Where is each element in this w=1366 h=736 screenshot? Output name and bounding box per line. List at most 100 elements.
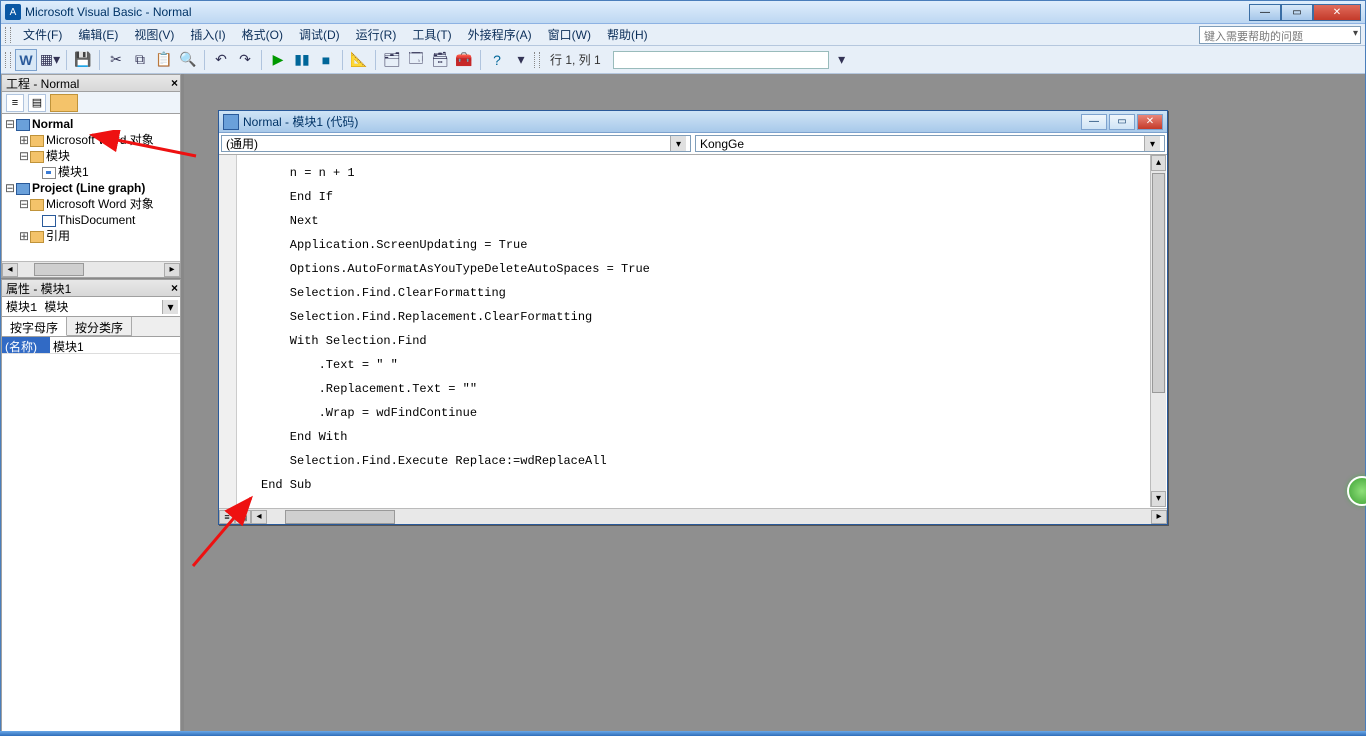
titlebar[interactable]: A Microsoft Visual Basic - Normal — ▭ ✕ xyxy=(1,1,1365,24)
run-button[interactable]: ▶ xyxy=(267,49,289,71)
office-assistant-button[interactable]: ? xyxy=(486,49,508,71)
menu-file[interactable]: 文件(F) xyxy=(15,24,70,45)
tree-node-word-objects-2[interactable]: Microsoft Word 对象 xyxy=(46,197,154,211)
project-tree-hscroll[interactable]: ◂ ▸ xyxy=(2,261,180,277)
full-module-view-button[interactable]: ▤ xyxy=(235,510,251,524)
maximize-button[interactable]: ▭ xyxy=(1281,4,1313,21)
chevron-down-icon[interactable]: ▾ xyxy=(670,136,686,151)
project-tree[interactable]: ⊟Normal ⊞Microsoft Word 对象 ⊟模块 模块1 ⊟Proj… xyxy=(1,114,181,278)
tree-node-module1[interactable]: 模块1 xyxy=(58,165,89,179)
view-word-button[interactable]: W xyxy=(15,49,37,71)
code-window[interactable]: Normal - 模块1 (代码) — ▭ ✕ (通用) ▾ KongGe ▾ xyxy=(218,110,1168,525)
document-icon xyxy=(42,215,56,227)
insert-module-button[interactable]: ▦▾ xyxy=(39,49,61,71)
menu-format[interactable]: 格式(O) xyxy=(234,24,291,45)
find-button[interactable]: 🔍 xyxy=(177,49,199,71)
undo-button[interactable]: ↶ xyxy=(210,49,232,71)
redo-button[interactable]: ↷ xyxy=(234,49,256,71)
property-value-cell[interactable]: 模块1 xyxy=(50,337,180,353)
view-code-button[interactable]: ≡ xyxy=(6,94,24,112)
scroll-thumb[interactable] xyxy=(34,263,84,276)
project-pane-title-text: 工程 - Normal xyxy=(6,75,79,92)
properties-tabs: 按字母序 按分类序 xyxy=(1,317,181,337)
object-combo[interactable]: (通用) ▾ xyxy=(221,135,691,152)
toolbar-grip-icon[interactable] xyxy=(534,52,540,68)
menu-addins[interactable]: 外接程序(A) xyxy=(460,24,540,45)
scroll-down-button[interactable]: ▾ xyxy=(1151,491,1166,507)
scroll-left-button[interactable]: ◂ xyxy=(251,510,267,524)
menu-view[interactable]: 视图(V) xyxy=(126,24,182,45)
object-combo-text: (通用) xyxy=(226,135,258,152)
scroll-thumb[interactable] xyxy=(1152,173,1165,393)
scroll-left-button[interactable]: ◂ xyxy=(2,263,18,277)
chevron-down-icon[interactable]: ▾ xyxy=(162,300,178,314)
code-window-titlebar[interactable]: Normal - 模块1 (代码) — ▭ ✕ xyxy=(219,111,1167,133)
properties-grid[interactable]: (名称) 模块1 xyxy=(1,337,181,735)
code-hscroll[interactable]: ≡ ▤ ◂ ▸ xyxy=(219,508,1167,524)
properties-pane-close-button[interactable]: × xyxy=(171,281,178,295)
menu-run[interactable]: 运行(R) xyxy=(348,24,405,45)
project-explorer-button[interactable]: 🗂 xyxy=(381,49,403,71)
tree-node-project-line[interactable]: Project (Line graph) xyxy=(32,181,145,195)
tree-node-thisdocument[interactable]: ThisDocument xyxy=(58,213,135,227)
tab-categorized[interactable]: 按分类序 xyxy=(67,317,132,336)
paste-button[interactable]: 📋 xyxy=(153,49,175,71)
app-icon: A xyxy=(5,4,21,20)
toolbar-grip-icon[interactable] xyxy=(5,52,11,68)
scroll-thumb[interactable] xyxy=(285,510,395,524)
properties-button[interactable]: 🗔 xyxy=(405,49,427,71)
project-pane-title[interactable]: 工程 - Normal × xyxy=(1,74,181,92)
toggle-folders-button[interactable] xyxy=(50,94,78,112)
dropdown-icon[interactable]: ▾ xyxy=(831,49,853,71)
tree-node-word-objects[interactable]: Microsoft Word 对象 xyxy=(46,133,154,147)
menu-window[interactable]: 窗口(W) xyxy=(540,24,599,45)
scroll-right-button[interactable]: ▸ xyxy=(164,263,180,277)
procedure-view-button[interactable]: ≡ xyxy=(219,510,235,524)
help-search-input[interactable]: 键入需要帮助的问题 xyxy=(1199,26,1361,44)
reset-button[interactable]: ■ xyxy=(315,49,337,71)
project-icon xyxy=(16,183,30,195)
chevron-down-icon[interactable]: ▾ xyxy=(1144,136,1160,151)
client-area: 工程 - Normal × ≡ ▤ ⊟Normal ⊞Microsoft Wor… xyxy=(1,74,1365,735)
scroll-up-button[interactable]: ▴ xyxy=(1151,155,1166,171)
cursor-position-indicator: 行 1, 列 1 xyxy=(544,51,607,68)
tab-alphabetic[interactable]: 按字母序 xyxy=(2,317,67,336)
code-window-combos: (通用) ▾ KongGe ▾ xyxy=(219,133,1167,155)
cut-button[interactable]: ✂ xyxy=(105,49,127,71)
copy-button[interactable]: ⧉ xyxy=(129,49,151,71)
tree-node-modules[interactable]: 模块 xyxy=(46,149,70,163)
scroll-right-button[interactable]: ▸ xyxy=(1151,510,1167,524)
code-window-maximize-button[interactable]: ▭ xyxy=(1109,114,1135,130)
property-row[interactable]: (名称) 模块1 xyxy=(2,337,180,354)
menu-insert[interactable]: 插入(I) xyxy=(182,24,233,45)
break-button[interactable]: ▮▮ xyxy=(291,49,313,71)
menu-help[interactable]: 帮助(H) xyxy=(599,24,656,45)
project-pane-close-button[interactable]: × xyxy=(171,76,178,90)
dropdown-icon[interactable]: ▾ xyxy=(510,49,532,71)
menu-tools[interactable]: 工具(T) xyxy=(404,24,459,45)
minimize-button[interactable]: — xyxy=(1249,4,1281,21)
view-object-button[interactable]: ▤ xyxy=(28,94,46,112)
toolbox-button[interactable]: 🧰 xyxy=(453,49,475,71)
code-window-title: Normal - 模块1 (代码) xyxy=(243,113,358,130)
object-browser-button[interactable]: 🗃 xyxy=(429,49,451,71)
design-mode-button[interactable]: 📐 xyxy=(348,49,370,71)
code-vscroll[interactable]: ▴ ▾ xyxy=(1150,155,1166,507)
procedure-combo[interactable]: KongGe ▾ xyxy=(695,135,1165,152)
tree-node-references[interactable]: 引用 xyxy=(46,229,70,243)
tree-node-normal[interactable]: Normal xyxy=(32,117,73,131)
close-button[interactable]: ✕ xyxy=(1313,4,1361,21)
save-button[interactable]: 💾 xyxy=(72,49,94,71)
properties-object-selector[interactable]: 模块1 模块 ▾ xyxy=(1,297,181,317)
menu-debug[interactable]: 调试(D) xyxy=(291,24,348,45)
code-window-minimize-button[interactable]: — xyxy=(1081,114,1107,130)
menu-edit[interactable]: 编辑(E) xyxy=(70,24,126,45)
properties-pane-title[interactable]: 属性 - 模块1 × xyxy=(1,279,181,297)
toolbar-grip-icon[interactable] xyxy=(5,27,11,43)
code-margin[interactable] xyxy=(219,155,237,508)
code-editor[interactable]: n = n + 1 End If Next Application.Screen… xyxy=(237,155,1167,508)
left-dock: 工程 - Normal × ≡ ▤ ⊟Normal ⊞Microsoft Wor… xyxy=(1,74,181,735)
code-window-close-button[interactable]: ✕ xyxy=(1137,114,1163,130)
mdi-area[interactable]: Normal - 模块1 (代码) — ▭ ✕ (通用) ▾ KongGe ▾ xyxy=(181,74,1365,735)
floating-badge-icon[interactable] xyxy=(1347,476,1366,506)
